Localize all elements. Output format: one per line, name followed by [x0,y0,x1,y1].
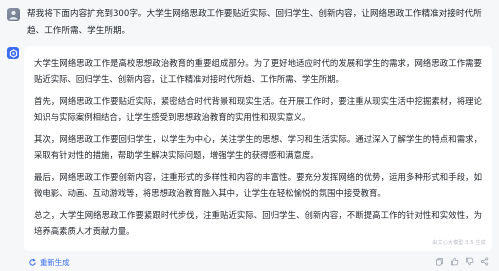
answer-paragraph-3: 其次，网络思政工作要回归学生，以学生为中心，关注学生的思想、学习和生活实际。通过… [34,134,482,160]
user-avatar-icon [7,8,20,21]
share-icon[interactable] [479,256,490,267]
thumbs-up-icon[interactable] [449,256,460,267]
assistant-logo-icon [7,47,19,59]
regenerate-label: 重新生成 [40,257,70,267]
answer-paragraph-2: 首先，网络思政工作要贴近实际，紧密结合时代背景和现实生活。在开展工作时，要注重从… [34,96,482,122]
copy-icon[interactable] [434,256,445,267]
answer-paragraph-4: 最后，网络思政工作要创新内容，注重形式的多样性和内容的丰富性。要充分发挥网络的优… [34,172,482,198]
answer-paragraph-1: 大学生网络思政工作是高校思想政治教育的重要组成部分。为了更好地适应时代的发展和学… [34,58,482,84]
user-message-text: 帮我将下面内容扩充到300字。大学生网络思政工作要贴近实际、回归学生、创新内容，… [27,9,482,36]
regenerate-button[interactable]: 重新生成 [28,256,70,268]
answer-action-bar: 重新生成 [24,255,492,269]
thumbs-down-icon[interactable] [464,256,475,267]
ai-generated-watermark: 由文心大模型 3.5 生成 [432,240,486,246]
user-message-row: 帮我将下面内容扩充到300字。大学生网络思政工作要贴近实际、回归学生、创新内容，… [0,0,499,44]
chat-page: 帮我将下面内容扩充到300字。大学生网络思政工作要贴近实际、回归学生、创新内容，… [0,0,499,271]
answer-paragraph-5: 总之，大学生网络思政工作要紧跟时代步伐，注重贴近实际、回归学生、创新内容，不断提… [34,210,482,236]
answer-feedback-actions [434,256,490,267]
assistant-answer-card: 大学生网络思政工作是高校思想政治教育的重要组成部分。为了更好地适应时代的发展和学… [24,46,492,251]
refresh-icon [29,258,36,266]
